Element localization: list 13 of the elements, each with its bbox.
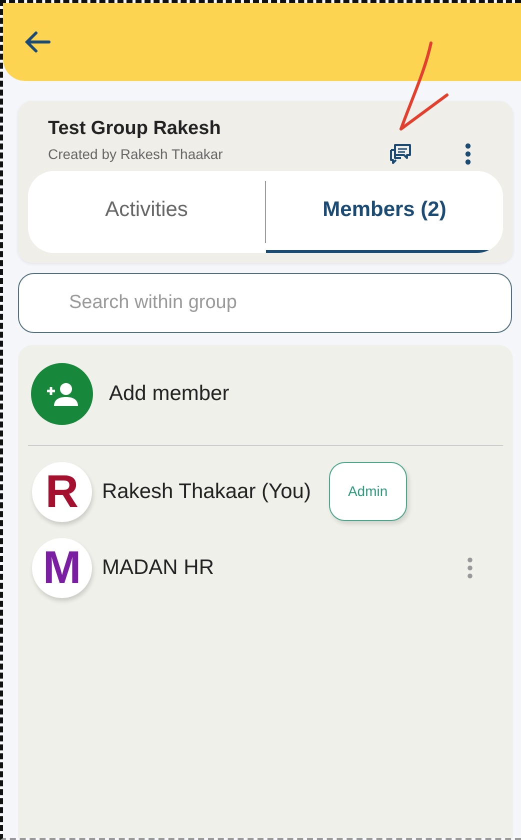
- group-title: Test Group Rakesh: [48, 117, 222, 141]
- search-field[interactable]: Search within group: [18, 272, 512, 332]
- member-avatar: R: [32, 462, 92, 522]
- member-avatar: M: [32, 538, 92, 598]
- back-arrow-icon[interactable]: [23, 30, 51, 54]
- admin-badge: Admin: [328, 462, 407, 521]
- group-creator: Created by Rakesh Thaakar: [48, 144, 224, 164]
- member-name[interactable]: Rakesh Thakaar (You): [102, 476, 311, 508]
- add-member-label[interactable]: Add member: [109, 378, 230, 410]
- more-options-icon[interactable]: [465, 142, 471, 164]
- tab[interactable]: Members (2): [266, 170, 503, 252]
- chat-icon[interactable]: [389, 142, 413, 164]
- member-name[interactable]: MADAN HR: [102, 552, 214, 584]
